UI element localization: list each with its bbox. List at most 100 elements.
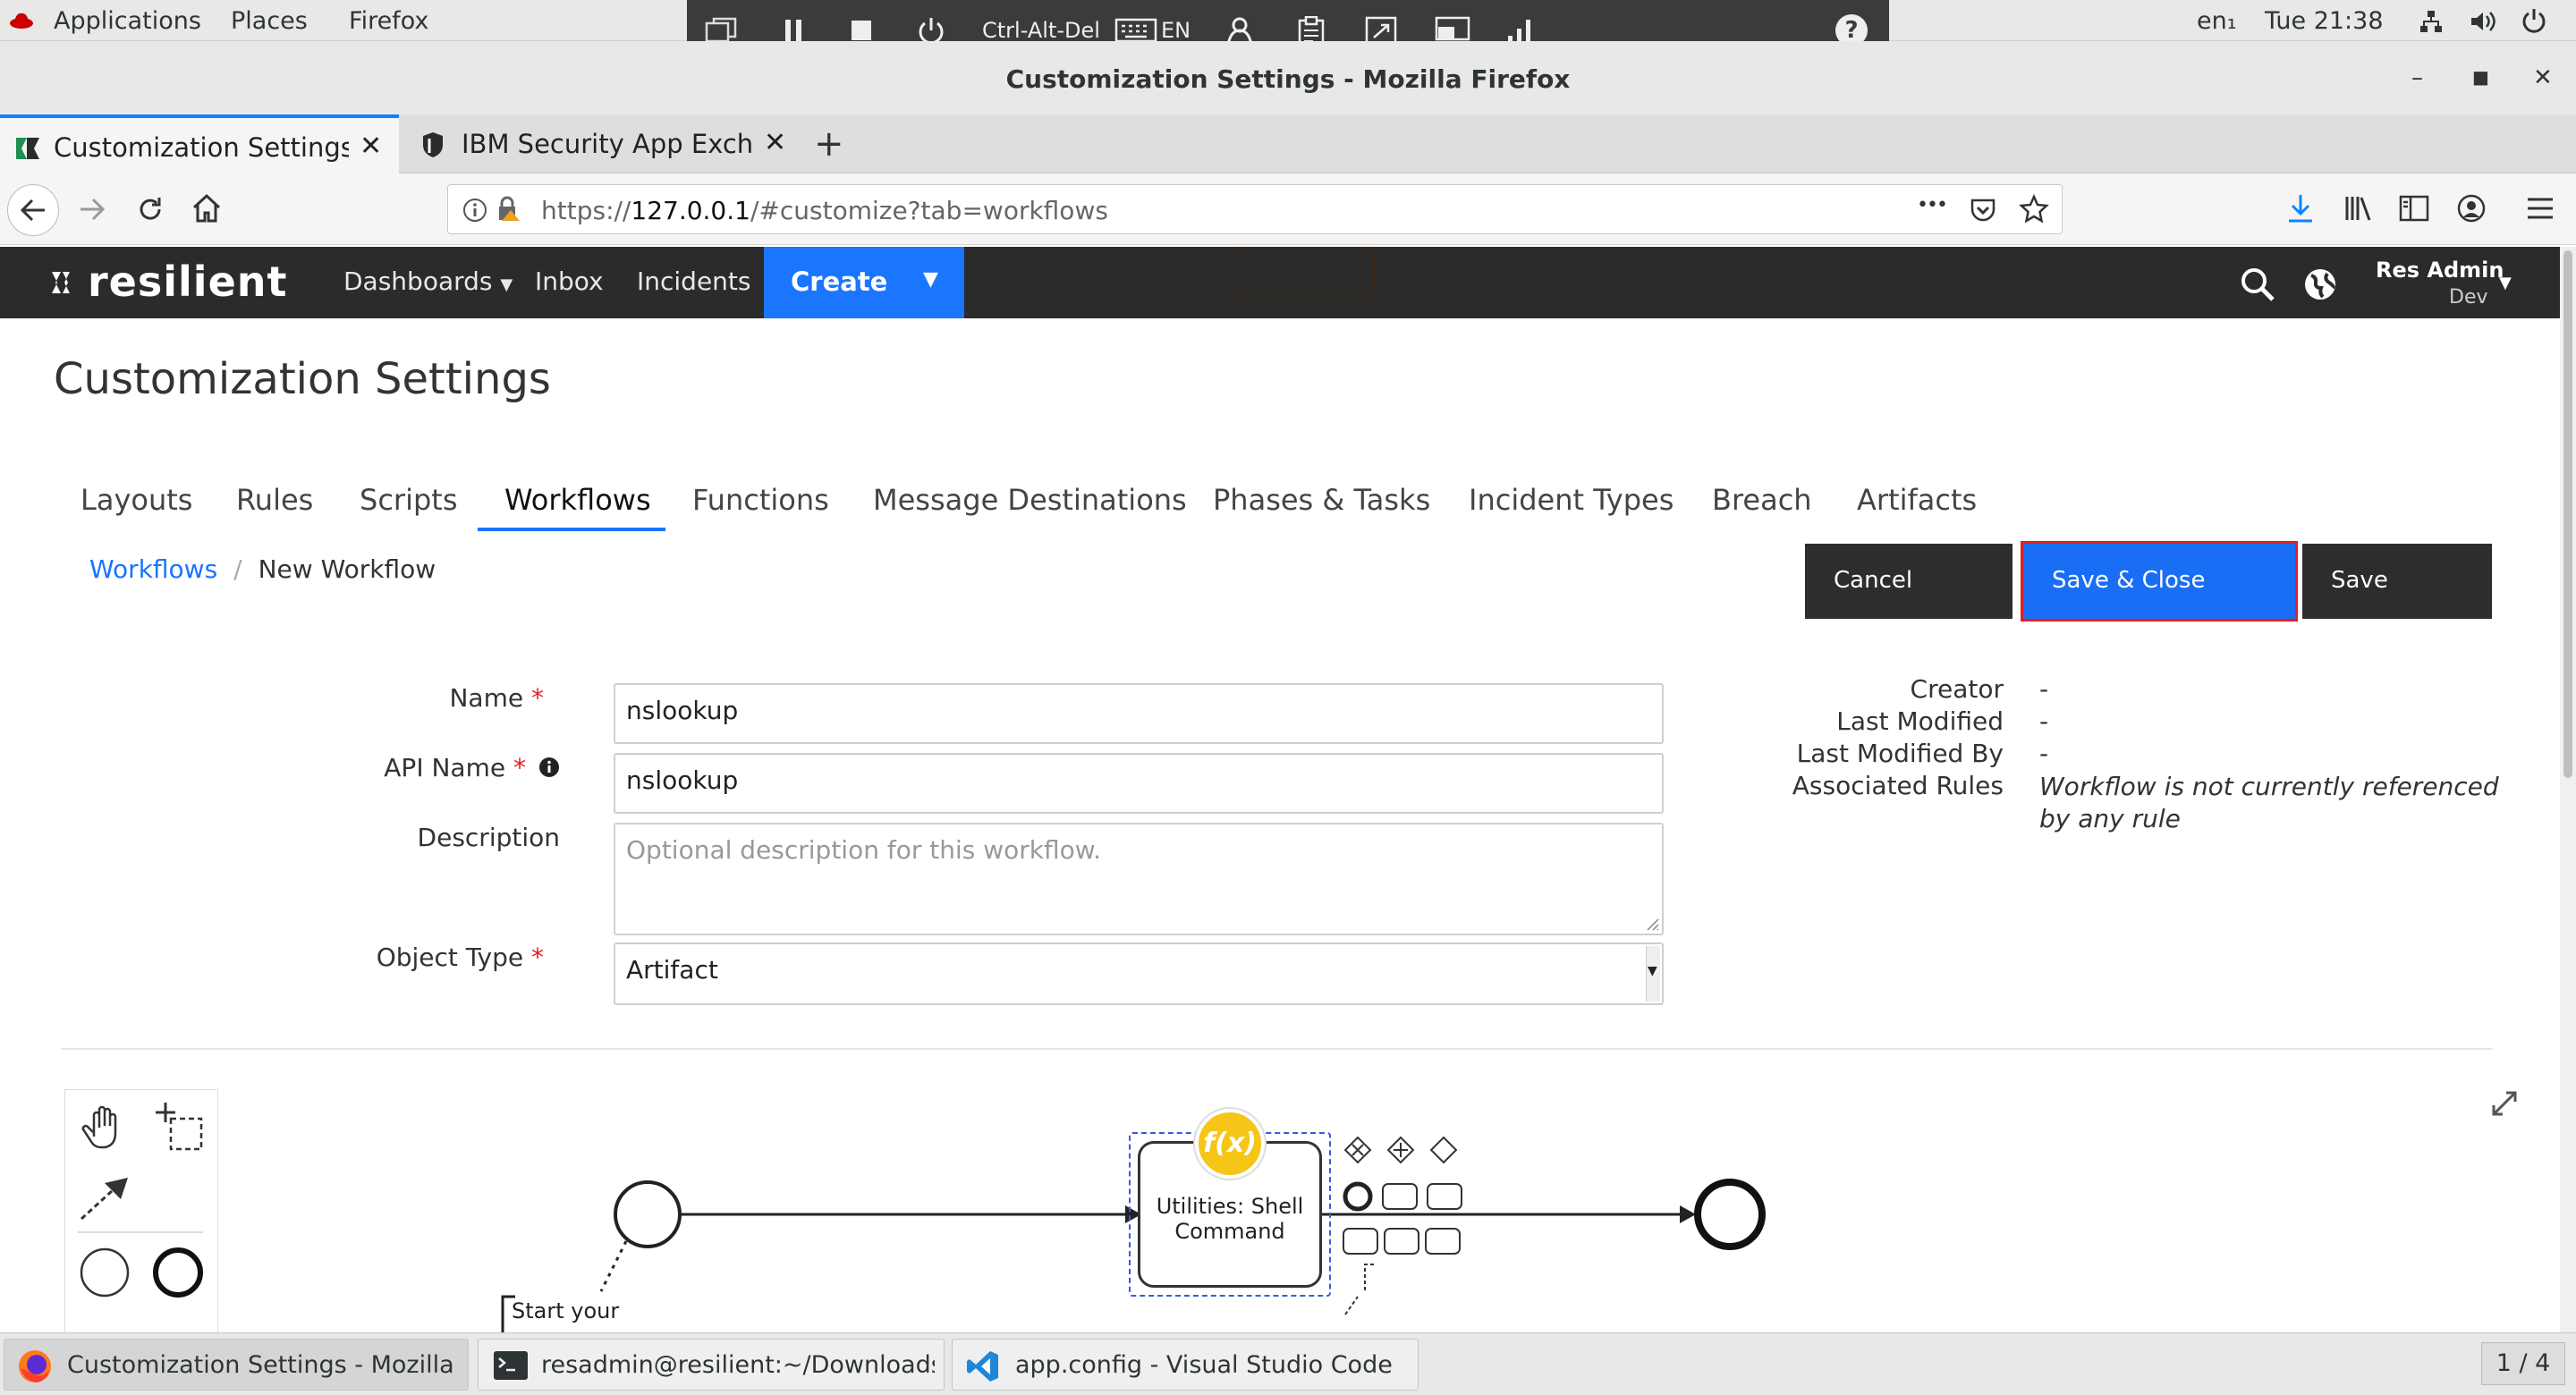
required-mark: *	[531, 943, 544, 972]
tab-message-destinations[interactable]: Message Destinations	[873, 483, 1187, 517]
create-label: Create	[791, 266, 888, 297]
breadcrumb-workflows-link[interactable]: Workflows	[89, 554, 217, 584]
creator-label: Creator	[1910, 674, 2004, 704]
sidebar-icon[interactable]	[2399, 195, 2429, 222]
start-event-icon[interactable]	[78, 1246, 131, 1299]
api-name-field[interactable]: nslookup	[614, 753, 1664, 814]
scrollbar-thumb[interactable]	[2563, 250, 2572, 778]
resilient-logo[interactable]: resilient	[88, 258, 288, 306]
taskbar-item-vscode[interactable]: app.config - Visual Studio Code	[952, 1339, 1419, 1391]
palette-separator	[78, 1231, 203, 1233]
close-tab-icon[interactable]: ✕	[764, 127, 786, 158]
start-annotation-text[interactable]: Start your	[512, 1298, 619, 1323]
select-arrow[interactable]: ▼	[1646, 946, 1660, 1002]
firefox-icon	[19, 1350, 51, 1382]
library-icon[interactable]	[2343, 195, 2374, 222]
save-button[interactable]: Save	[2302, 544, 2492, 619]
resilient-logo-mark-icon[interactable]	[50, 268, 79, 297]
account-icon[interactable]	[2456, 193, 2487, 224]
nav-incidents[interactable]: Incidents	[637, 266, 751, 296]
caret-down-icon[interactable]: ▼	[2499, 274, 2512, 292]
create-button[interactable]: Create ▼	[764, 247, 964, 318]
forward-arrow-icon[interactable]	[79, 197, 106, 222]
insecure-lock-icon[interactable]	[496, 196, 523, 223]
tab-layouts[interactable]: Layouts	[80, 483, 192, 517]
description-placeholder: Optional description for this workflow.	[626, 835, 1102, 865]
tab-incident-types[interactable]: Incident Types	[1469, 483, 1674, 517]
applications-menu[interactable]: Applications	[54, 7, 201, 35]
highlight-frame	[1231, 247, 1376, 297]
places-menu[interactable]: Places	[231, 7, 308, 35]
expand-icon[interactable]	[2487, 1086, 2522, 1121]
user-name: Res Admin	[2376, 258, 2504, 283]
downloads-icon[interactable]	[2286, 193, 2315, 224]
taskbar-item-terminal[interactable]: resadmin@resilient:~/Downloads	[478, 1339, 945, 1391]
tab-rules[interactable]: Rules	[236, 483, 313, 517]
tab-scripts[interactable]: Scripts	[360, 483, 457, 517]
end-event[interactable]	[1694, 1179, 1766, 1250]
keyboard-language[interactable]: EN	[1161, 18, 1191, 43]
minimize-button[interactable]: –	[2411, 64, 2423, 91]
browser-tab-strip: Customization Settings ✕ IBM Security Ap…	[0, 114, 2576, 173]
tab-workflows[interactable]: Workflows	[504, 483, 651, 517]
taskbar-item-firefox[interactable]: Customization Settings - Mozilla Fir...	[4, 1339, 469, 1391]
description-field[interactable]: Optional description for this workflow.	[614, 823, 1664, 935]
workflow-canvas[interactable]	[268, 1100, 1807, 1332]
taskbar-label: Customization Settings - Mozilla Fir...	[67, 1351, 461, 1379]
nav-dashboards[interactable]: Dashboards ▼	[343, 266, 513, 296]
name-value: nslookup	[626, 696, 739, 725]
nav-dashboards-label: Dashboards	[343, 266, 493, 296]
tab-customization-settings[interactable]: Customization Settings ✕	[0, 114, 399, 173]
power-icon[interactable]	[2521, 7, 2547, 34]
back-button[interactable]	[7, 184, 59, 236]
nav-inbox[interactable]: Inbox	[535, 266, 604, 296]
tab-functions[interactable]: Functions	[692, 483, 829, 517]
clock[interactable]: Tue 21:38	[2265, 7, 2384, 35]
info-icon[interactable]	[462, 198, 487, 223]
tab-phases-tasks[interactable]: Phases & Tasks	[1213, 483, 1430, 517]
workspace-switcher[interactable]: 1 / 4	[2481, 1342, 2565, 1385]
save-and-close-button[interactable]: Save & Close	[2021, 541, 2298, 621]
page-scrollbar[interactable]	[2560, 247, 2576, 1332]
home-icon[interactable]	[191, 193, 222, 224]
page-actions-icon[interactable]: •••	[1917, 194, 1948, 216]
bookmark-star-icon[interactable]	[2019, 194, 2049, 224]
reload-icon[interactable]	[136, 195, 165, 224]
close-tab-icon[interactable]: ✕	[360, 131, 382, 162]
required-mark: *	[531, 683, 544, 713]
ibm-shield-icon	[423, 132, 443, 157]
context-pad[interactable]	[1343, 1136, 1462, 1315]
url-host: 127.0.0.1	[631, 196, 750, 225]
info-circle-icon[interactable]	[538, 757, 560, 778]
cancel-button[interactable]: Cancel	[1805, 544, 2012, 619]
ctrl-alt-del-button[interactable]: Ctrl-Alt-Del	[982, 18, 1100, 43]
end-event-icon[interactable]	[151, 1246, 205, 1299]
task-label: Utilities: Shell Command	[1156, 1194, 1304, 1244]
caret-down-icon[interactable]: ▼	[923, 268, 938, 291]
new-tab-button[interactable]: +	[814, 123, 844, 165]
tab-breach[interactable]: Breach	[1712, 483, 1812, 517]
globe-icon[interactable]	[2302, 266, 2338, 302]
connect-tool-icon[interactable]	[78, 1171, 133, 1222]
tab-artifacts[interactable]: Artifacts	[1857, 483, 1977, 517]
close-window-button[interactable]: ✕	[2533, 64, 2553, 91]
url-bar[interactable]: https://127.0.0.1/#customize?tab=workflo…	[447, 184, 2063, 234]
search-icon[interactable]	[2240, 266, 2275, 302]
tab-ibm-app-exchange[interactable]: IBM Security App Exchange ✕	[408, 114, 801, 173]
object-type-select[interactable]: Artifact ▼	[614, 943, 1664, 1005]
input-language[interactable]: en₁	[2197, 7, 2237, 35]
volume-icon[interactable]	[2469, 9, 2496, 34]
lasso-tool-icon[interactable]	[149, 1101, 205, 1153]
network-icon[interactable]	[2419, 9, 2444, 34]
save-close-label: Save & Close	[2052, 567, 2206, 594]
start-event[interactable]	[614, 1180, 682, 1248]
hamburger-menu-icon[interactable]	[2526, 197, 2555, 220]
tab-label: IBM Security App Exchange	[462, 129, 755, 159]
pocket-icon[interactable]	[1969, 196, 1997, 224]
maximize-button[interactable]: ■	[2472, 66, 2489, 88]
taskbar-label: app.config - Visual Studio Code	[1015, 1351, 1393, 1379]
name-field[interactable]: nslookup	[614, 683, 1664, 744]
hand-tool-icon[interactable]	[78, 1101, 130, 1153]
resize-handle-icon[interactable]	[1644, 916, 1660, 932]
firefox-app-menu[interactable]: Firefox	[349, 7, 428, 35]
